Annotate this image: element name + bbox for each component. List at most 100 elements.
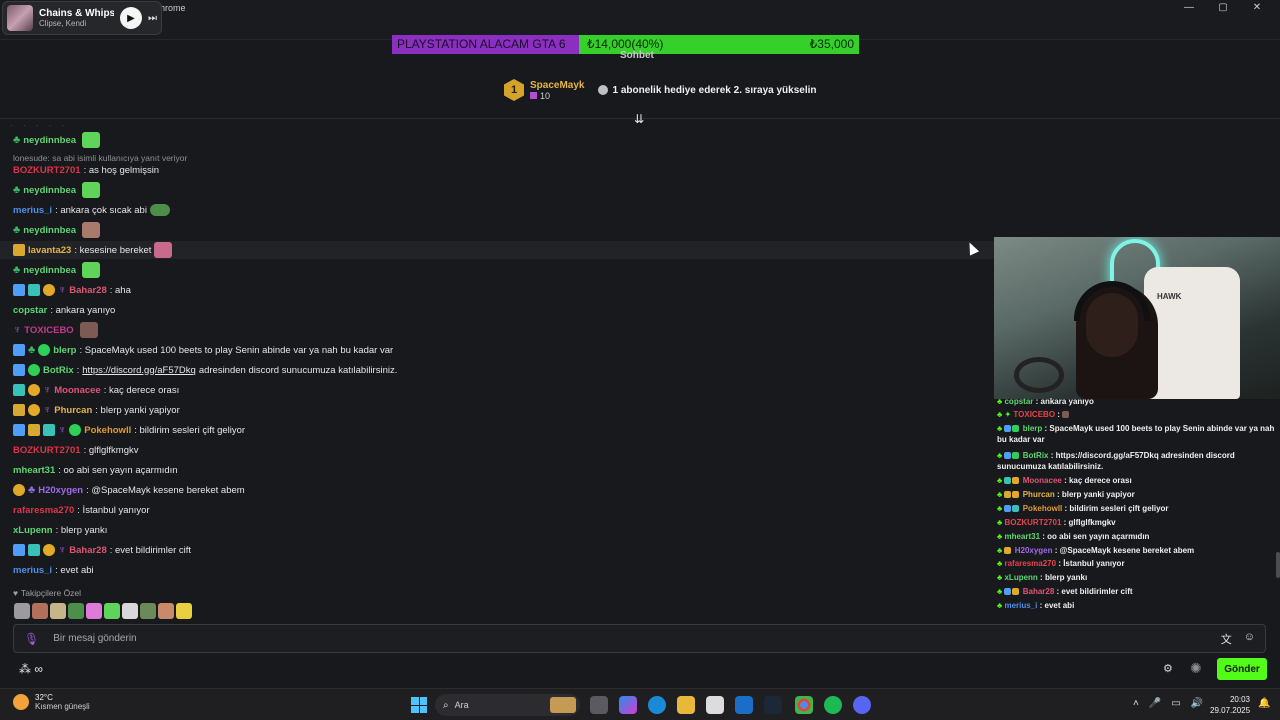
emote-button[interactable] — [176, 603, 192, 619]
chat-username[interactable]: copstar — [13, 305, 47, 316]
overlay-message: ♣ blerp : SpaceMayk used 100 beets to pl… — [997, 424, 1275, 444]
emote — [149, 204, 170, 216]
chat-username[interactable]: Moonacee — [54, 385, 100, 396]
emote-button[interactable] — [50, 603, 66, 619]
emote — [82, 182, 101, 198]
discord-link[interactable]: https://discord.gg/aF57Dkq — [82, 365, 196, 376]
microphone-tray-icon[interactable]: 🎤 — [1149, 698, 1161, 709]
overlay-message: ♣ H20xygen : @SpaceMayk kesene bereket a… — [997, 546, 1195, 555]
chat-message: ♆ Bahar28 : aha — [13, 281, 131, 299]
minimize-button[interactable]: — — [1172, 0, 1206, 14]
chat-input[interactable]: 🎙 Bir mesaj gönderin 文 ☺ — [13, 624, 1266, 653]
spotify-icon[interactable] — [824, 696, 842, 714]
send-button[interactable]: Gönder — [1217, 658, 1267, 680]
emote-button[interactable] — [140, 603, 156, 619]
chat-username[interactable]: BotRix — [43, 365, 74, 376]
chat-username[interactable]: rafaresma270 — [13, 505, 74, 516]
chat-username[interactable]: BOZKURT2701 — [13, 165, 81, 176]
chat-message: BotRix : https://discord.gg/aF57Dkq adre… — [13, 361, 397, 379]
weather-description: Kısmen güneşli — [35, 702, 90, 711]
chat-tab-label[interactable]: Sohbet — [620, 50, 654, 61]
emote — [79, 322, 98, 338]
store-icon[interactable] — [706, 696, 724, 714]
play-icon[interactable]: ▶ — [120, 7, 142, 29]
steam-icon[interactable] — [764, 696, 782, 714]
chat-username[interactable]: neydinnbea — [23, 135, 76, 146]
search-highlight-image — [550, 697, 576, 713]
subscriber-badge-icon — [43, 424, 55, 436]
chat-username[interactable]: Bahar28 — [69, 545, 107, 556]
notification-bell-icon[interactable]: 🔔 — [1258, 698, 1270, 709]
chat-username[interactable]: xLupenn — [13, 525, 53, 536]
clover-badge-icon: ♣ — [28, 484, 36, 496]
chat-input-placeholder[interactable]: Bir mesaj gönderin — [53, 633, 1221, 644]
sprout-badge-icon: ♆ — [58, 544, 67, 556]
emote-button[interactable] — [14, 603, 30, 619]
taskbar-clock[interactable]: 20:03 29.07.2025 — [1210, 694, 1250, 716]
emote-button[interactable] — [68, 603, 84, 619]
chat-settings-icon[interactable]: ✺ — [1190, 660, 1202, 677]
chat-username[interactable]: Phurcan — [54, 405, 92, 416]
emote-button[interactable] — [104, 603, 120, 619]
media-player-widget[interactable]: Chains & Whips Clipse, Kendi ▶ ⏭ — [2, 1, 162, 35]
file-explorer-icon[interactable] — [677, 696, 695, 714]
infinity-icon[interactable]: ⁂ ∞ — [19, 662, 43, 676]
chat-message: mheart31 : oo abi sen yayın açarmıdın — [13, 464, 178, 476]
chat-username[interactable]: lavanta23 — [28, 245, 71, 256]
moderator-badge-icon — [13, 364, 25, 376]
outlook-icon[interactable] — [735, 696, 753, 714]
edge-icon[interactable] — [648, 696, 666, 714]
emote — [154, 242, 173, 258]
overlay-message: ♣ BOZKURT2701 : glflglfkmgkv — [997, 518, 1116, 527]
moderator-badge-icon — [13, 284, 25, 296]
search-label: Ara — [454, 700, 469, 710]
taskbar-search[interactable]: ⌕ Ara — [435, 694, 580, 716]
chat-username[interactable]: Pokehowll — [84, 425, 131, 436]
gifter-badge-icon — [13, 484, 25, 496]
copilot-icon[interactable] — [619, 696, 637, 714]
scroll-to-bottom-icon[interactable]: ⇊ — [634, 112, 644, 126]
chat-username[interactable]: Bahar28 — [69, 285, 107, 296]
chat-username[interactable]: merius_i — [13, 205, 52, 216]
discord-icon[interactable] — [853, 696, 871, 714]
gift-icon — [530, 92, 537, 99]
crown-badge-icon — [28, 424, 40, 436]
chat-username[interactable]: merius_i — [13, 565, 52, 576]
emoji-icon[interactable]: ☺ — [1244, 631, 1255, 647]
volume-icon[interactable]: 🔊 — [1191, 698, 1203, 709]
windows-start-icon[interactable] — [411, 697, 427, 713]
moderator-badge-icon — [13, 544, 25, 556]
emote-button[interactable] — [86, 603, 102, 619]
scrollbar[interactable] — [1276, 552, 1280, 578]
chevron-up-icon[interactable]: ˄ — [1133, 698, 1139, 709]
microphone-icon[interactable]: 🎙 — [24, 632, 39, 646]
chat-username[interactable]: neydinnbea — [23, 185, 76, 196]
weather-widget[interactable]: 32°C Kısmen güneşli — [13, 693, 90, 711]
chat-username[interactable]: neydinnbea — [23, 265, 76, 276]
chat-username[interactable]: blerp — [53, 345, 76, 356]
followers-only-label: ♥ Takipçilere Özel — [13, 588, 82, 598]
emote-button[interactable] — [122, 603, 138, 619]
top-gifter-banner[interactable]: 1 SpaceMayk 10 1 abonelik hediye ederek … — [504, 79, 816, 101]
chat-username[interactable]: mheart31 — [13, 465, 55, 476]
chrome-icon[interactable] — [795, 696, 813, 714]
emote-button[interactable] — [158, 603, 174, 619]
maximize-button[interactable]: ▢ — [1206, 0, 1240, 14]
translate-icon[interactable]: 文 — [1221, 631, 1232, 647]
chat-username[interactable]: neydinnbea — [23, 225, 76, 236]
next-track-icon[interactable]: ⏭ — [148, 13, 157, 24]
emote-picker-bar — [14, 603, 192, 619]
settings-icon[interactable]: ⚙ — [1163, 662, 1173, 675]
chat-username[interactable]: H20xygen — [38, 485, 83, 496]
chat-message: ♣ neydinnbea — [13, 221, 101, 239]
chat-message: ♣ H20xygen : @SpaceMayk kesene bereket a… — [13, 481, 245, 499]
task-view-icon[interactable] — [590, 696, 608, 714]
window-controls: — ▢ ✕ — [1172, 0, 1274, 14]
chat-message: BOZKURT2701 : as hoş gelmişsin — [13, 164, 160, 176]
chat-username[interactable]: BOZKURT2701 — [13, 445, 81, 456]
chat-username[interactable]: TOXICEBO — [24, 325, 73, 336]
gifter-badge-icon — [43, 544, 55, 556]
network-icon[interactable]: ▭ — [1171, 698, 1180, 709]
close-button[interactable]: ✕ — [1240, 0, 1274, 14]
emote-button[interactable] — [32, 603, 48, 619]
